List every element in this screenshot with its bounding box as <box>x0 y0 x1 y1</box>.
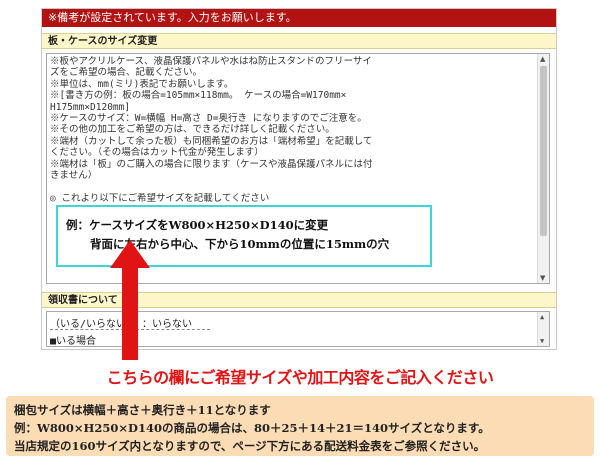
textarea-scrollbar[interactable]: ▲ ▼ <box>537 54 549 283</box>
scroll-up-icon[interactable]: ▲ <box>540 55 545 63</box>
textarea-line: ください。（その場合はカット代金が発生します） <box>50 147 264 159</box>
textarea-line: ズをご希望の場合、記載ください。 <box>50 67 203 79</box>
textarea-line: きません） <box>50 169 98 181</box>
size-section-header: 板・ケースのサイズ変更 <box>42 33 556 49</box>
red-arrow-icon <box>110 240 150 360</box>
info-line: 梱包サイズは横幅＋高さ＋奥行き＋11となります <box>14 403 271 417</box>
scroll-up-icon[interactable]: ▲ <box>540 313 544 321</box>
receipt-scrollbar[interactable]: ▲ ▼ <box>537 312 549 346</box>
notice-bar: ※備考が設定されています。入力をお願いします。 <box>42 9 556 27</box>
textarea-line: ※板やアクリルケース、液晶保護パネルや水はね防止スタンドのフリーサイ <box>50 56 372 67</box>
textarea-line: ※端材（カットして余った板）も同梱希望のお方は「端材希望」を記載して <box>50 135 373 147</box>
info-line: 例：W800×H250×D140の商品の場合は、80＋25＋14＋21＝140サ… <box>14 421 490 435</box>
scroll-down-icon[interactable]: ▼ <box>540 274 545 282</box>
receipt-line: ■いる場合 <box>50 336 97 347</box>
callout-text: こちらの欄にご希望サイズや加工内容をご記入ください <box>106 368 494 387</box>
size-textarea-content: ※板やアクリルケース、液晶保護パネルや水はね防止スタンドのフリーサイ ズをご希望… <box>50 56 535 204</box>
textarea-line: ◎ これより以下にご希望サイズを記載してください <box>50 192 270 204</box>
textarea-line: H175mm×D120mm] <box>50 101 131 113</box>
textarea-line: ※端材は「板」のご購入の場合に限ります（ケースや液晶保護パネルには付 <box>50 158 373 170</box>
scroll-down-icon[interactable]: ▼ <box>540 337 544 345</box>
textarea-line: ※単位は、mm(ミリ)表記でお願いします。 <box>50 78 234 90</box>
textarea-line: ※その他の加工をご希望の方は、できるだけ詳しく記載ください。 <box>50 124 335 136</box>
info-line: 当店規定の160サイズ内となりますので、ページ下方にある配送料金表をご参照くださ… <box>14 439 486 453</box>
scroll-thumb[interactable] <box>540 66 547 236</box>
packaging-info-box: 梱包サイズは横幅＋高さ＋奥行き＋11となります 例：W800×H250×D140… <box>6 396 594 456</box>
textarea-line <box>50 181 535 192</box>
textarea-line: ※ケースのサイズ：W=横幅 H=高さ D=奥行き になりますのでご注意を。 <box>50 112 367 124</box>
textarea-line: ※[書き方の例：板の場合=105mm×118mm。 ケースの場合=W170mm× <box>50 90 347 102</box>
example-line: 例：ケースサイズをW800×H250×D140に変更 <box>66 218 329 232</box>
